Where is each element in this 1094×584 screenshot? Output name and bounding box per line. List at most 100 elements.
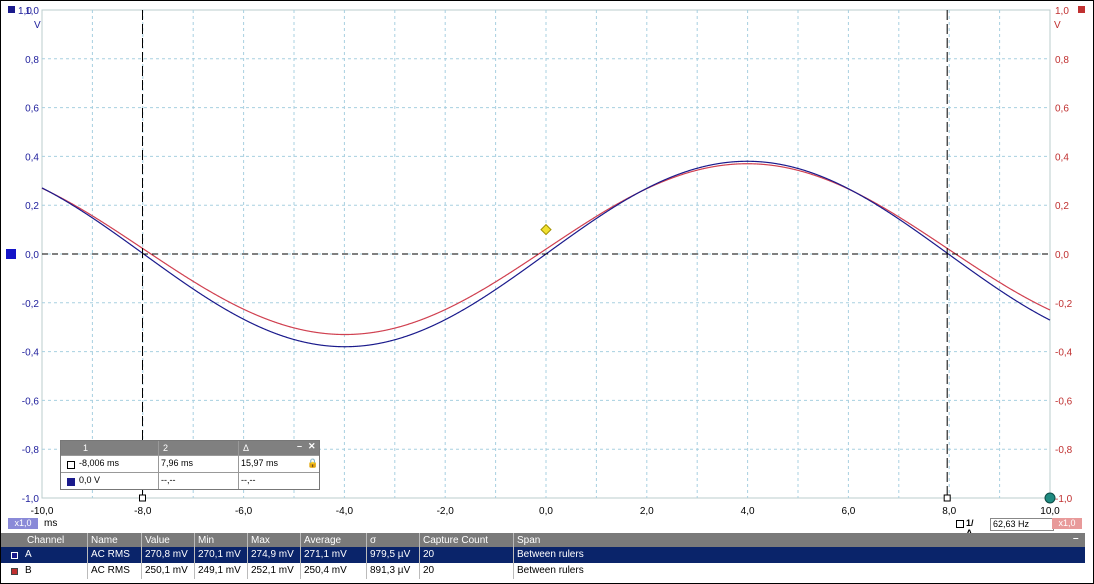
cell-sigma: 891,3 µV bbox=[370, 565, 411, 576]
cell-name: AC RMS bbox=[91, 565, 130, 576]
ruler-volt-1: 0,0 V bbox=[79, 475, 101, 485]
channel-a-icon bbox=[11, 552, 18, 559]
divider bbox=[300, 533, 301, 579]
x-tick-label: -6,0 bbox=[235, 506, 253, 517]
header-channel[interactable]: Channel bbox=[27, 535, 64, 546]
measurements-header: Channel Name Value Min Max Average σ Cap… bbox=[1, 533, 1085, 547]
x-tick-label: -10,0 bbox=[31, 506, 54, 517]
ruler-volt-2: --,-- bbox=[161, 475, 176, 485]
channel-b-scale-badge[interactable]: x1,0 bbox=[1052, 518, 1082, 529]
y-tick-label-right: 0,2 bbox=[1055, 201, 1069, 212]
channel-a-marker[interactable] bbox=[8, 6, 15, 13]
post-trigger-handle bbox=[1044, 492, 1056, 504]
right-axis-unit: V bbox=[1054, 20, 1061, 31]
x-tick-label: -4,0 bbox=[336, 506, 354, 517]
cell-span: Between rulers bbox=[517, 549, 584, 560]
y-tick-label-left: -0,2 bbox=[22, 299, 40, 310]
cell-average: 271,1 mV bbox=[304, 549, 347, 560]
offset-handle-a[interactable] bbox=[6, 249, 16, 259]
ruler-time-2: 7,96 ms bbox=[161, 458, 194, 468]
header-average[interactable]: Average bbox=[304, 535, 341, 546]
cell-value: 250,1 mV bbox=[145, 565, 188, 576]
minimize-icon[interactable]: – bbox=[297, 441, 302, 451]
frequency-value: 62,63 Hz bbox=[990, 518, 1054, 531]
y-tick-label-left: 0,4 bbox=[25, 152, 39, 163]
cell-count: 20 bbox=[423, 565, 435, 576]
left-axis-unit: V bbox=[34, 20, 41, 31]
ruler-panel-header: 1 2 Δ – ✕ bbox=[61, 441, 319, 455]
left-top-label: 1,0 bbox=[18, 6, 32, 17]
table-row[interactable]: B AC RMS 250,1 mV 249,1 mV 252,1 mV 250,… bbox=[1, 563, 1085, 579]
y-tick-label-left: -0,6 bbox=[22, 396, 40, 407]
cell-max: 252,1 mV bbox=[251, 565, 294, 576]
header-value[interactable]: Value bbox=[145, 535, 170, 546]
x-tick-label: 0,0 bbox=[539, 506, 553, 517]
cell-max: 274,9 mV bbox=[251, 549, 294, 560]
y-tick-label-left: 0,2 bbox=[25, 201, 39, 212]
channel-b-icon bbox=[11, 568, 18, 575]
time-ruler-handle-2 bbox=[943, 494, 951, 502]
y-tick-label-left: 0,8 bbox=[25, 55, 39, 66]
ruler-row-time: -8,006 ms 7,96 ms 15,97 ms 🔒 bbox=[61, 455, 319, 472]
table-row[interactable]: A AC RMS 270,8 mV 270,1 mV 274,9 mV 271,… bbox=[1, 547, 1085, 563]
divider bbox=[194, 533, 195, 579]
time-ruler-handle-1 bbox=[138, 494, 146, 502]
y-tick-label-left: 0,6 bbox=[25, 104, 39, 115]
x-tick-label: 2,0 bbox=[640, 506, 654, 517]
header-sigma[interactable]: σ bbox=[370, 535, 376, 546]
ruler-col-delta: Δ bbox=[243, 443, 250, 453]
cell-channel: A bbox=[25, 549, 32, 560]
y-tick-label-left: -0,4 bbox=[22, 348, 40, 359]
divider bbox=[513, 533, 514, 579]
y-tick-label-right: 1,0 bbox=[1055, 6, 1069, 17]
close-icon[interactable]: ✕ bbox=[308, 441, 316, 452]
x-unit-label: ms bbox=[44, 518, 58, 529]
divider bbox=[238, 441, 239, 489]
cell-value: 270,8 mV bbox=[145, 549, 188, 560]
time-ruler-icon bbox=[67, 461, 75, 469]
x-scale-badge[interactable]: x1,0 bbox=[8, 518, 38, 529]
header-capture-count[interactable]: Capture Count bbox=[423, 535, 488, 546]
cell-sigma: 979,5 µV bbox=[370, 549, 411, 560]
ruler-time-delta: 15,97 ms bbox=[241, 458, 279, 468]
y-tick-label-right: -0,8 bbox=[1055, 445, 1073, 456]
divider bbox=[87, 533, 88, 579]
y-tick-label-left: -0,8 bbox=[22, 445, 40, 456]
y-tick-label-right: -0,2 bbox=[1055, 299, 1073, 310]
lock-icon[interactable]: 🔒 bbox=[307, 458, 318, 469]
y-tick-label-left: 0,0 bbox=[25, 250, 39, 261]
x-tick-label: 4,0 bbox=[741, 506, 755, 517]
header-max[interactable]: Max bbox=[251, 535, 270, 546]
collapse-icon[interactable]: – bbox=[1073, 533, 1079, 544]
y-tick-label-right: 0,0 bbox=[1055, 250, 1069, 261]
divider bbox=[419, 533, 420, 579]
cell-min: 249,1 mV bbox=[198, 565, 241, 576]
cell-min: 270,1 mV bbox=[198, 549, 241, 560]
divider bbox=[247, 533, 248, 579]
y-tick-label-right: -0,4 bbox=[1055, 348, 1073, 359]
cell-channel: B bbox=[25, 565, 32, 576]
header-span[interactable]: Span bbox=[517, 535, 540, 546]
ruler-time-1: -8,006 ms bbox=[79, 458, 120, 468]
divider bbox=[141, 533, 142, 579]
header-min[interactable]: Min bbox=[198, 535, 214, 546]
ruler-panel: 1 2 Δ – ✕ -8,006 ms 7,96 ms 15,97 ms 🔒 0… bbox=[60, 440, 320, 490]
x-tick-label: -2,0 bbox=[437, 506, 455, 517]
y-tick-label-right: 0,4 bbox=[1055, 152, 1069, 163]
x-tick-label: 6,0 bbox=[841, 506, 855, 517]
ruler-col-2: 2 bbox=[163, 443, 169, 453]
divider bbox=[158, 441, 159, 489]
channel-b-marker[interactable] bbox=[1078, 6, 1085, 13]
header-name[interactable]: Name bbox=[91, 535, 118, 546]
cell-span: Between rulers bbox=[517, 565, 584, 576]
measurements-table: Channel Name Value Min Max Average σ Cap… bbox=[1, 533, 1085, 581]
cell-name: AC RMS bbox=[91, 549, 130, 560]
ruler-row-voltage: 0,0 V --,-- --,-- bbox=[61, 472, 319, 489]
ruler-square-icon bbox=[956, 520, 964, 528]
y-tick-label-right: -0,6 bbox=[1055, 396, 1073, 407]
y-tick-label-right: 0,8 bbox=[1055, 55, 1069, 66]
cell-count: 20 bbox=[423, 549, 435, 560]
voltage-ruler-icon bbox=[67, 478, 75, 486]
y-tick-label-right: -1,0 bbox=[1055, 494, 1073, 505]
ruler-col-1: 1 bbox=[83, 443, 89, 453]
